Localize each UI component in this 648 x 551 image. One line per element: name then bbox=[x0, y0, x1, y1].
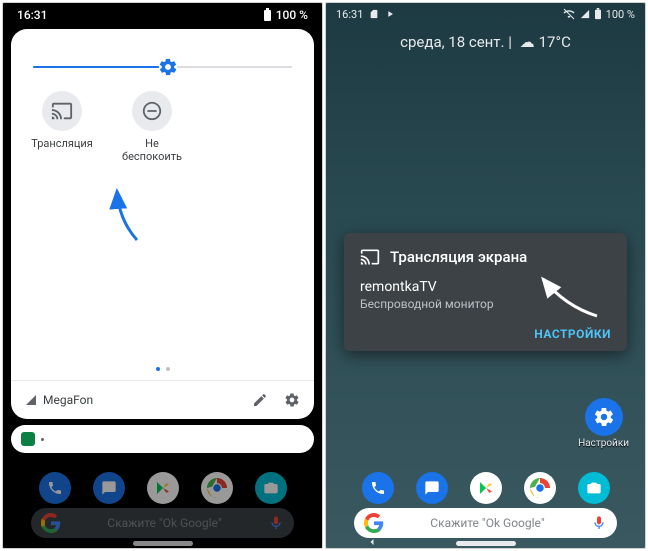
chrome-app-icon[interactable] bbox=[524, 472, 556, 504]
status-battery: 100 % bbox=[276, 8, 308, 22]
cast-dialog: Трансляция экрана remontkaTV Беспроводно… bbox=[344, 233, 627, 351]
signal-icon bbox=[580, 8, 590, 20]
status-time: 16:31 bbox=[17, 8, 47, 22]
settings-label: Настройки bbox=[578, 438, 629, 449]
qs-tile-label: Трансляция bbox=[31, 137, 93, 150]
messages-app-icon[interactable] bbox=[416, 472, 448, 504]
battery-icon bbox=[594, 8, 602, 20]
edit-icon[interactable] bbox=[252, 392, 268, 408]
wifi-off-icon bbox=[562, 8, 576, 20]
status-battery: 100 % bbox=[606, 8, 635, 21]
phone-app-icon[interactable] bbox=[362, 472, 394, 504]
home-indicator[interactable] bbox=[133, 541, 193, 546]
cloud-icon: ☁ bbox=[520, 33, 535, 51]
dnd-icon bbox=[141, 100, 163, 122]
home-date-weather[interactable]: среда, 18 сент. | ☁17°C bbox=[326, 33, 645, 51]
signal-icon bbox=[25, 394, 37, 406]
brightness-thumb-gear-icon[interactable] bbox=[158, 57, 178, 77]
home-indicator[interactable] bbox=[456, 541, 516, 546]
search-hint: Скажите "Ok Google" bbox=[61, 516, 268, 530]
status-bar: 16:31 100 % bbox=[3, 3, 322, 27]
play-store-icon[interactable] bbox=[147, 472, 179, 504]
camera-app-icon[interactable] bbox=[578, 472, 610, 504]
status-time: 16:31 bbox=[336, 8, 363, 21]
brightness-slider[interactable] bbox=[33, 57, 292, 77]
search-pill[interactable]: Скажите "Ok Google" bbox=[354, 508, 617, 538]
cast-settings-button[interactable]: НАСТРОЙКИ bbox=[360, 327, 611, 341]
back-button[interactable] bbox=[366, 536, 378, 548]
gear-icon bbox=[593, 406, 615, 428]
mic-icon[interactable] bbox=[268, 515, 284, 531]
quick-settings-panel: Трансляция Не беспокоить MegaFon bbox=[11, 29, 314, 419]
search-pill[interactable]: Скажите "Ok Google" bbox=[31, 508, 294, 538]
google-g-icon bbox=[364, 513, 384, 533]
play-store-icon[interactable] bbox=[470, 472, 502, 504]
date-text: среда, 18 сент. bbox=[400, 33, 504, 51]
messages-app-icon[interactable] bbox=[93, 472, 125, 504]
home-settings-shortcut[interactable]: Настройки bbox=[578, 398, 629, 449]
search-hint: Скажите "Ok Google" bbox=[384, 516, 591, 530]
annotation-arrow bbox=[99, 185, 149, 245]
annotation-arrow bbox=[535, 271, 605, 321]
app-badge-icon bbox=[21, 432, 35, 446]
battery-icon bbox=[263, 8, 272, 22]
camera-app-icon[interactable] bbox=[255, 472, 287, 504]
qs-footer: MegaFon bbox=[11, 381, 314, 419]
dock bbox=[3, 472, 322, 504]
dock bbox=[326, 472, 645, 504]
mic-icon[interactable] bbox=[591, 515, 607, 531]
phone-app-icon[interactable] bbox=[39, 472, 71, 504]
cast-dialog-title: Трансляция экрана bbox=[390, 248, 527, 266]
qs-tile-cast[interactable]: Трансляция bbox=[27, 91, 97, 163]
sd-card-icon bbox=[369, 9, 379, 19]
temp-text: 17°C bbox=[539, 33, 571, 51]
qs-tile-dnd[interactable]: Не беспокоить bbox=[117, 91, 187, 163]
qs-tile-label: Не беспокоить bbox=[117, 137, 187, 163]
carrier-name: MegaFon bbox=[43, 393, 93, 407]
page-indicator bbox=[11, 367, 314, 371]
cast-icon bbox=[360, 247, 380, 267]
google-g-icon bbox=[41, 513, 61, 533]
gear-icon[interactable] bbox=[284, 392, 300, 408]
cast-icon bbox=[51, 100, 73, 122]
status-bar: 16:31 100 % bbox=[326, 3, 645, 25]
media-notification[interactable] bbox=[11, 425, 314, 453]
chrome-app-icon[interactable] bbox=[201, 472, 233, 504]
play-arrow-icon bbox=[385, 9, 395, 19]
